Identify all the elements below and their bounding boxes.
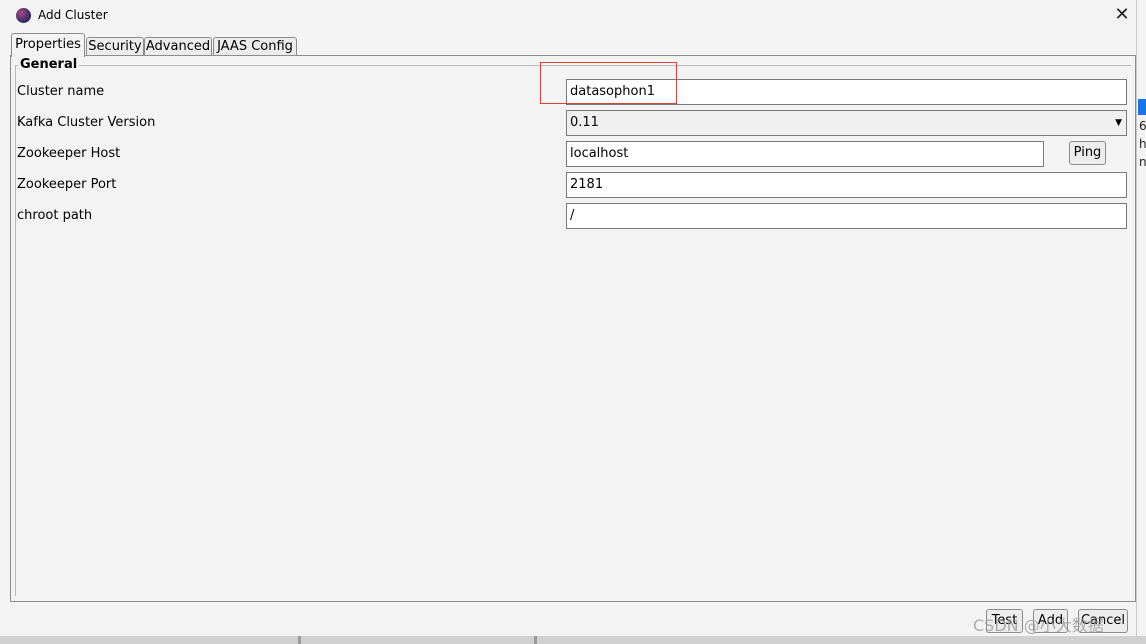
background-text: n	[1139, 155, 1146, 169]
annotation-highlight-box	[540, 62, 677, 104]
kafka-version-value: 0.11	[570, 115, 599, 130]
tab-jaas-config[interactable]: JAAS Config	[213, 37, 297, 56]
chroot-path-label: chroot path	[17, 208, 93, 223]
background-text: 6	[1139, 119, 1146, 133]
background-selection	[1138, 99, 1146, 115]
tab-security[interactable]: Security	[86, 37, 144, 56]
test-button[interactable]: Test	[986, 609, 1023, 633]
tab-properties[interactable]: Properties	[11, 33, 85, 57]
zookeeper-port-label: Zookeeper Port	[17, 177, 117, 192]
window-title: Add Cluster	[38, 8, 108, 22]
close-icon: ✕	[1114, 4, 1130, 25]
kafka-version-label: Kafka Cluster Version	[17, 115, 156, 130]
general-group-title: General	[18, 57, 80, 72]
background-window: 6 h n	[1137, 0, 1146, 644]
add-button[interactable]: Add	[1033, 609, 1068, 633]
chroot-path-input[interactable]: /	[566, 203, 1127, 229]
tab-advanced[interactable]: Advanced	[144, 37, 212, 56]
title-bar[interactable]: Add Cluster ✕	[0, 0, 1137, 30]
cluster-name-label: Cluster name	[17, 84, 105, 99]
cancel-button[interactable]: Cancel	[1078, 609, 1128, 633]
background-divider	[298, 636, 301, 644]
kafka-version-select[interactable]: 0.11 ▼	[566, 110, 1127, 136]
zookeeper-host-input[interactable]: localhost	[566, 141, 1044, 167]
close-button[interactable]: ✕	[1108, 3, 1136, 27]
ping-button[interactable]: Ping	[1069, 141, 1106, 165]
zookeeper-port-input[interactable]: 2181	[566, 172, 1127, 198]
background-divider	[534, 636, 537, 644]
properties-panel: General	[10, 55, 1136, 602]
chevron-down-icon: ▼	[1115, 118, 1122, 128]
zookeeper-host-label: Zookeeper Host	[17, 146, 121, 161]
kafka-tool-icon	[16, 8, 31, 23]
background-text: h	[1139, 137, 1146, 151]
background-window-bottom	[0, 636, 1146, 644]
add-cluster-dialog: Add Cluster ✕ Properties Security Advanc…	[0, 0, 1137, 636]
